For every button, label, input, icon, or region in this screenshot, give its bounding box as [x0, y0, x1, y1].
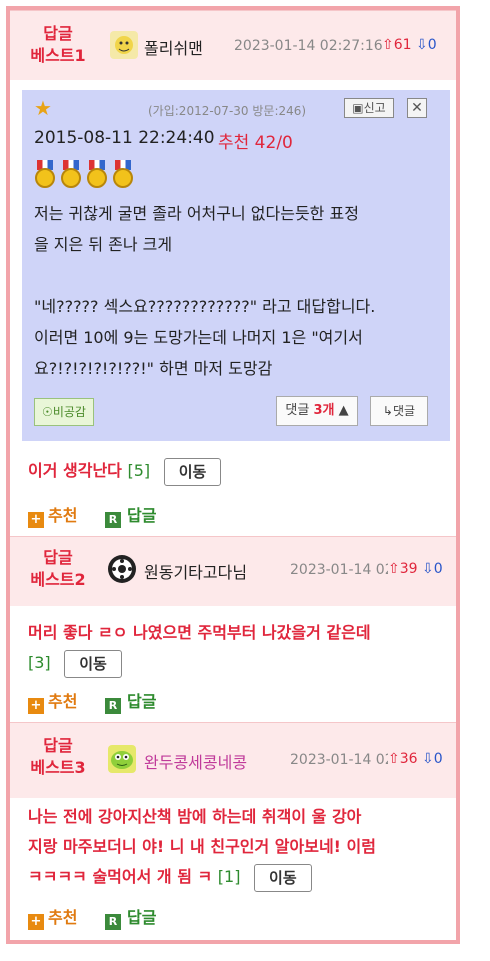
plus-icon: +: [28, 914, 44, 930]
comment-date: 2023-01-14 02:27:16: [234, 38, 383, 54]
reply-arrow-icon: ↳: [382, 404, 393, 418]
star-icon: ★: [34, 96, 52, 120]
recommend-button[interactable]: 추천: [48, 692, 77, 711]
comment-text: 이거 생각난다: [28, 461, 122, 480]
comment-text-2: 머리 좋다 ㄹㅇ 나였으면 주먹부터 나갔을거 같은데 [3] 이동: [28, 618, 448, 678]
comment-count-button[interactable]: 댓글 3개 ▲: [276, 396, 358, 426]
best-badge-2: 답글 베스트2: [10, 547, 106, 591]
quoted-comment: ★ (가입:2012-07-30 방문:246) ▣신고 ✕ 2015-08-1…: [22, 90, 450, 441]
medal-icon: [112, 160, 134, 188]
quote-line: 을 지은 뒤 존나 크게: [34, 235, 173, 254]
quote-line: "네????? 섹스요????????????" 라고 대답합니다.: [34, 297, 376, 316]
upvote-count: 36: [399, 751, 418, 767]
reply-header-3: 답글 베스트3 완두콩세콩네콩 2023-01-14 02:29:10 ⇧36 …: [10, 722, 456, 798]
avatar[interactable]: [108, 555, 136, 583]
plus-icon: +: [28, 698, 44, 714]
quote-body: 저는 귀찮게 굴면 졸라 어처구니 없다는듯한 표정 을 지은 뒤 존나 크게 …: [34, 198, 440, 384]
comment-text-3: 나는 전에 강아지산책 밤에 하는데 취객이 울 강아 지랑 마주보더니 야! …: [28, 802, 448, 892]
recommend-button[interactable]: 추천: [48, 908, 77, 927]
comment-date: 2023-01-14 02:29:10: [290, 752, 388, 768]
thumbs-up-icon[interactable]: ⇧: [388, 751, 400, 767]
best-badge-1: 답글 베스트1: [10, 23, 106, 67]
lock-icon: ▣: [352, 101, 364, 115]
quote-line: 저는 귀찮게 굴면 졸라 어처구니 없다는듯한 표정: [34, 204, 359, 223]
medal-icon: [86, 160, 108, 188]
badge-line1: 답글: [43, 24, 73, 43]
best-replies-panel: 답글 베스트1 폴리쉬맨 2023-01-14 02:27:16 ⇧61 ⇩0 …: [6, 6, 460, 944]
reply-r-icon: R: [105, 914, 122, 930]
comment-actions-3: + 추천 R 답글: [28, 904, 156, 930]
vote-counts: ⇧39 ⇩0: [388, 561, 443, 577]
downvote-count: 0: [433, 751, 443, 767]
reply-header-2: 답글 베스트2 원동기타고다님 2023-01-14 02:29:08 ⇧39 …: [10, 536, 456, 606]
avatar[interactable]: [108, 745, 136, 773]
unsympathize-icon: ☉: [42, 405, 53, 419]
plus-icon: +: [28, 512, 44, 528]
badge-line2: 베스트1: [30, 46, 86, 65]
thumbs-up-icon[interactable]: ⇧: [382, 37, 394, 53]
reply-r-icon: R: [105, 512, 122, 528]
comment-count-prefix: 댓글: [285, 403, 314, 418]
comment-text-line: ㅋㅋㅋㅋ 술먹어서 개 됨 ㅋ: [28, 867, 213, 886]
medal-icon: [60, 160, 82, 188]
best-badge-3: 답글 베스트3: [10, 735, 106, 779]
avatar[interactable]: [110, 31, 138, 59]
reply-header-1: 답글 베스트1 폴리쉬맨 2023-01-14 02:27:16 ⇧61 ⇩0: [10, 10, 456, 80]
reply-button[interactable]: 답글: [127, 692, 156, 711]
quote-line: 이러면 10에 9는 도망가는데 나머지 1은 "여기서: [34, 328, 363, 347]
medals: [34, 160, 138, 190]
badge-line1: 답글: [43, 548, 73, 567]
downvote-count: 0: [427, 37, 437, 53]
unsympathize-button[interactable]: ☉비공감: [34, 398, 94, 426]
badge-line2: 베스트2: [30, 570, 86, 589]
quote-line: [34, 260, 440, 291]
thumbs-up-icon[interactable]: ⇧: [388, 561, 400, 577]
badge-line1: 답글: [43, 736, 73, 755]
quote-date: 2015-08-11 22:24:40: [34, 128, 215, 148]
nickname[interactable]: 폴리쉬맨: [144, 35, 203, 59]
badge-line2: 베스트3: [30, 758, 86, 777]
comment-date: 2023-01-14 02:29:08: [290, 562, 388, 578]
vote-counts: ⇧61 ⇩0: [382, 37, 437, 53]
downvote-count: 0: [433, 561, 443, 577]
reply-count: [1]: [217, 867, 241, 886]
move-button[interactable]: 이동: [254, 863, 312, 892]
report-button[interactable]: ▣신고: [344, 98, 394, 118]
thumbs-down-icon[interactable]: ⇩: [422, 751, 434, 767]
recommend-button[interactable]: 추천: [48, 506, 77, 525]
comment-actions-2: + 추천 R 답글: [28, 688, 156, 714]
nickname[interactable]: 원동기타고다님: [144, 559, 247, 583]
reply-count: [3]: [28, 653, 51, 672]
reply-r-icon: R: [105, 698, 122, 714]
comment-text: 머리 좋다 ㄹㅇ 나였으면 주먹부터 나갔을거 같은데: [28, 623, 371, 642]
move-button[interactable]: 이동: [163, 457, 222, 486]
join-info: (가입:2012-07-30 방문:246): [148, 104, 307, 118]
thumbs-down-icon[interactable]: ⇩: [416, 37, 428, 53]
comment-actions-1: + 추천 R 답글: [28, 502, 156, 528]
reply-button[interactable]: 답글: [127, 506, 156, 525]
reply-count: [5]: [127, 461, 151, 480]
upvote-count: 39: [399, 561, 418, 577]
comment-text-1: 이거 생각난다 [5] 이동: [28, 456, 222, 486]
move-button[interactable]: 이동: [64, 649, 122, 678]
close-button[interactable]: ✕: [407, 98, 427, 118]
thumbs-down-icon[interactable]: ⇩: [422, 561, 434, 577]
quote-recommend: 추천 42/0: [218, 133, 293, 153]
upvote-count: 61: [393, 37, 412, 53]
vote-counts: ⇧36 ⇩0: [388, 751, 443, 767]
comment-text-line: 나는 전에 강아지산책 밤에 하는데 취객이 울 강아: [28, 807, 362, 826]
comment-text-line: 지랑 마주보더니 야! 니 내 친구인거 알아보네! 이럼: [28, 837, 376, 856]
triangle-up-icon: ▲: [338, 403, 349, 418]
comment-count: 3개: [313, 403, 335, 418]
report-label: 신고: [363, 101, 386, 115]
quote-line: 요?!?!?!?!?!??!" 하면 마저 도망감: [34, 359, 273, 378]
reply-button[interactable]: 답글: [127, 908, 156, 927]
quote-reply-label: 댓글: [392, 404, 416, 418]
medal-icon: [34, 160, 56, 188]
quote-reply-button[interactable]: ↳댓글: [370, 396, 428, 426]
nickname[interactable]: 완두콩세콩네콩: [144, 749, 247, 773]
unsympathize-label: 비공감: [52, 405, 86, 419]
